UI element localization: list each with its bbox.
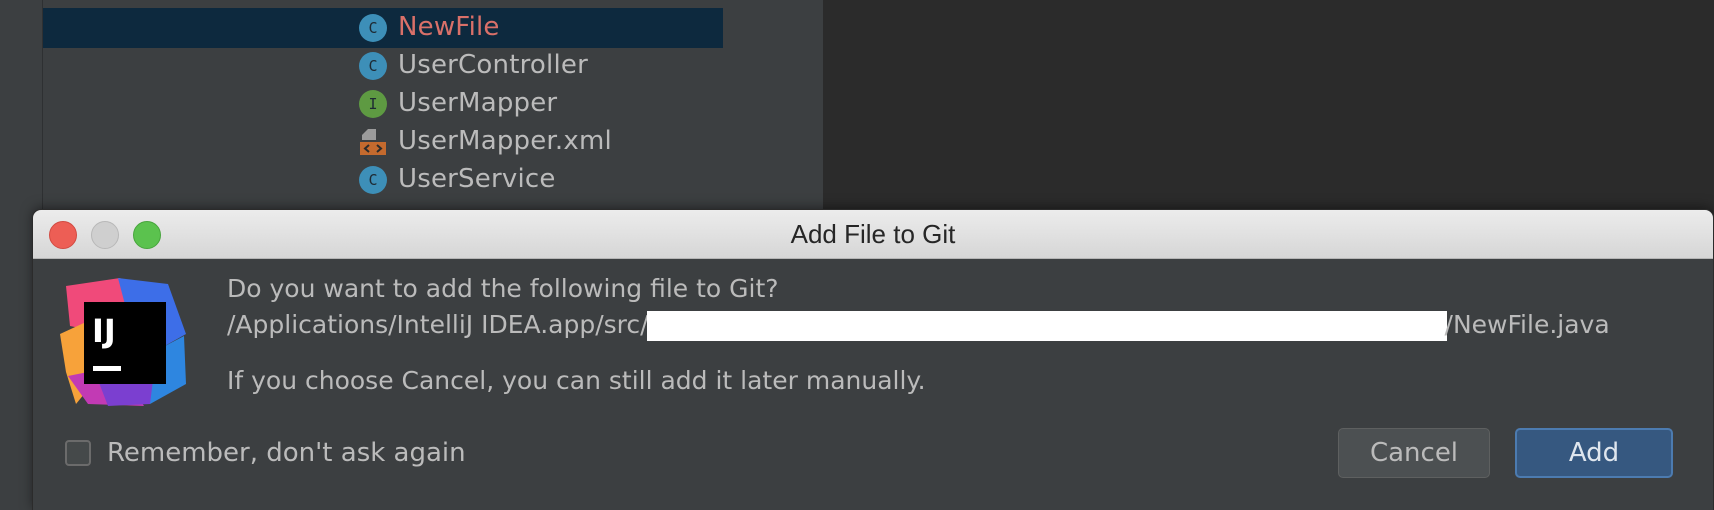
redacted-path-segment	[646, 311, 1447, 341]
tree-item-usermapper[interactable]: I UserMapper	[43, 84, 723, 124]
cancel-button[interactable]: Cancel	[1338, 428, 1490, 478]
class-icon: C	[359, 52, 387, 80]
xml-file-icon	[360, 129, 386, 155]
tree-item-label: NewFile	[398, 12, 500, 42]
tree-item-label: UserMapper	[398, 88, 558, 118]
dialog-title: Add File to Git	[790, 219, 956, 249]
class-icon: C	[359, 14, 387, 42]
project-tree-panel: C NewFile C UserController I UserMapper …	[43, 0, 723, 220]
tree-item-label: UserController	[398, 50, 588, 80]
file-path: /Applications/IntelliJ IDEA.app/src/ /New…	[227, 310, 1610, 341]
file-path-prefix: /Applications/IntelliJ IDEA.app/src/	[227, 310, 649, 339]
tree-item-label: UserService	[398, 164, 556, 194]
panel-divider[interactable]	[723, 0, 824, 220]
intellij-logo-icon: IJ	[60, 278, 186, 406]
dialog-question: Do you want to add the following file to…	[227, 274, 779, 303]
dialog-hint: If you choose Cancel, you can still add …	[227, 366, 926, 395]
add-button[interactable]: Add	[1515, 428, 1673, 478]
file-path-suffix: /NewFile.java	[1444, 310, 1610, 339]
editor-area[interactable]	[823, 0, 1714, 220]
tree-item-usermapper-xml[interactable]: UserMapper.xml	[43, 122, 723, 162]
dialog-titlebar[interactable]: Add File to Git	[33, 210, 1713, 259]
remember-checkbox-label[interactable]: Remember, don't ask again	[107, 438, 466, 468]
tree-item-userservice[interactable]: C UserService	[43, 160, 723, 200]
tree-item-newfile[interactable]: C NewFile	[43, 8, 723, 48]
remember-checkbox[interactable]	[65, 440, 91, 466]
add-file-to-git-dialog: Add File to Git IJ Do you want to add th…	[33, 210, 1713, 510]
tree-item-label: UserMapper.xml	[398, 126, 612, 156]
logo-text: IJ	[92, 312, 116, 350]
interface-icon: I	[359, 90, 387, 118]
class-icon: C	[359, 166, 387, 194]
tree-item-usercontroller[interactable]: C UserController	[43, 46, 723, 86]
